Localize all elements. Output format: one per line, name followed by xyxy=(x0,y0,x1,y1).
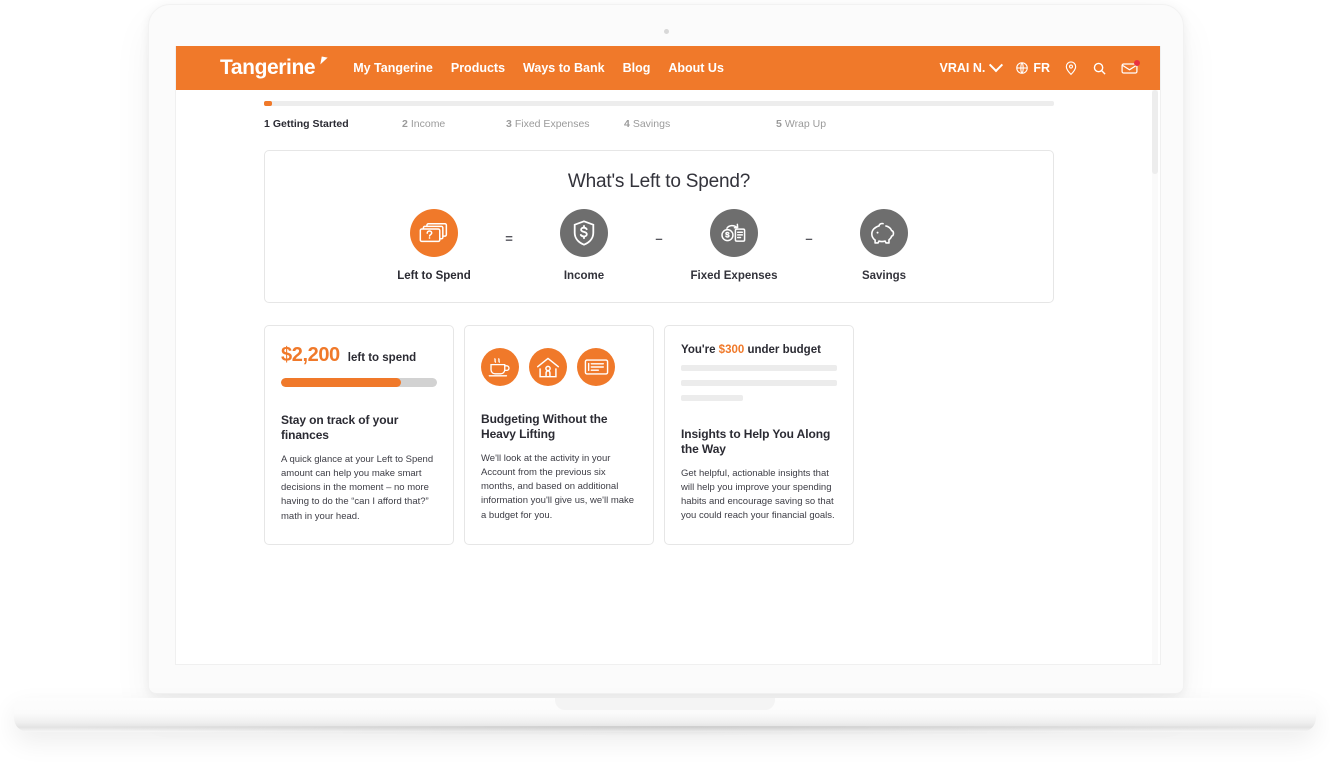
nav-item-products[interactable]: Products xyxy=(451,61,505,75)
progress-fill xyxy=(264,101,272,106)
formula-operator-minus-2: – xyxy=(805,231,813,246)
user-menu-button[interactable]: VRAI N. xyxy=(939,58,1004,75)
step-wrap-up[interactable]: 5 Wrap Up xyxy=(776,118,1054,130)
brand-text: Tangerine xyxy=(220,56,316,79)
step-number: 1 xyxy=(264,118,270,130)
screenshot-stage: Tangerine My Tangerine Products Ways to … xyxy=(0,0,1330,766)
formula-term-fixed-expenses: Fixed Expenses xyxy=(675,209,793,282)
step-label: Getting Started xyxy=(272,118,349,130)
scrollbar-track[interactable] xyxy=(1152,90,1158,664)
card-body: Get helpful, actionable insights that wi… xyxy=(681,467,835,522)
user-name-label: VRAI N. xyxy=(939,61,986,75)
laptop-shadow xyxy=(40,726,1290,736)
header-utilities: VRAI N. FR xyxy=(939,58,1140,76)
house-icon xyxy=(529,348,567,386)
wizard-stepper: 1 Getting Started 2 Income 3 Fixed Expenses… xyxy=(264,118,1054,130)
card-body: We'll look at the activity in your Accou… xyxy=(481,452,635,521)
coffee-cup-icon xyxy=(481,348,519,386)
formula-label: Fixed Expenses xyxy=(690,270,778,282)
step-label: Income xyxy=(410,118,446,130)
search-icon[interactable] xyxy=(1092,61,1107,76)
step-number: 4 xyxy=(624,118,630,130)
spend-progress-fill xyxy=(281,378,402,387)
formula-term-savings: Savings xyxy=(825,209,943,282)
cheque-icon xyxy=(577,348,615,386)
card-heading: Stay on track of your finances xyxy=(281,413,399,443)
placeholder-bar xyxy=(681,365,837,371)
page-content: 1 Getting Started 2 Income 3 Fixed Expenses… xyxy=(264,101,1054,545)
webcam-icon xyxy=(663,29,669,34)
scrollbar-thumb[interactable] xyxy=(1152,90,1158,174)
formula-term-left-to-spend: Left to Spend xyxy=(375,209,493,282)
under-budget-line: You're $300 under budget xyxy=(681,344,837,356)
amount-row: $2,200 left to spend xyxy=(281,344,437,367)
location-pin-icon[interactable] xyxy=(1064,60,1078,76)
formula-row: Left to Spend = Income – Fixed Expenses … xyxy=(291,209,1027,282)
formula-term-income: Income xyxy=(525,209,643,282)
formula-operator-equals: = xyxy=(505,231,513,246)
panel-title: What's Left to Spend? xyxy=(567,171,751,192)
step-income[interactable]: 2 Income xyxy=(402,118,506,130)
step-label: Fixed Expenses xyxy=(514,118,590,130)
main-navigation: My Tangerine Products Ways to Bank Blog … xyxy=(353,61,724,75)
banknote-question-icon xyxy=(410,209,458,257)
card-heading: Budgeting Without the Heavy Lifting xyxy=(481,412,608,442)
card-body: A quick glance at your Left to Spend amo… xyxy=(281,453,434,522)
card-left-to-spend: $2,200 left to spend Stay on track of yo… xyxy=(264,325,454,545)
budget-prefix: You're xyxy=(681,344,719,356)
chevron-down-icon xyxy=(989,58,1004,73)
left-to-spend-amount: $2,200 xyxy=(281,344,340,366)
step-number: 2 xyxy=(402,118,408,130)
step-getting-started[interactable]: 1 Getting Started xyxy=(264,118,402,130)
nav-item-about-us[interactable]: About Us xyxy=(668,61,724,75)
globe-icon xyxy=(1016,62,1029,74)
laptop-screen: Tangerine My Tangerine Products Ways to … xyxy=(175,46,1161,665)
leaf-icon xyxy=(320,56,328,66)
progress-track xyxy=(264,101,1054,106)
coin-receipt-icon xyxy=(710,209,758,257)
formula-label: Left to Spend xyxy=(397,270,471,282)
piggy-bank-icon xyxy=(860,209,908,257)
budget-suffix: under budget xyxy=(744,344,821,356)
step-number: 3 xyxy=(506,118,512,130)
whats-left-to-spend-panel: What's Left to Spend? Left to Spend = In… xyxy=(264,150,1054,303)
spend-progress-bar xyxy=(281,378,437,387)
step-label: Savings xyxy=(632,118,671,130)
left-to-spend-caption: left to spend xyxy=(347,352,417,364)
formula-label: Income xyxy=(563,270,605,282)
step-fixed-expenses[interactable]: 3 Fixed Expenses xyxy=(506,118,624,130)
nav-item-ways-to-bank[interactable]: Ways to Bank xyxy=(523,61,605,75)
step-savings[interactable]: 4 Savings xyxy=(624,118,776,130)
card-budgeting: Budgeting Without the Heavy Lifting We'l… xyxy=(464,325,654,545)
tangerine-logo[interactable]: Tangerine xyxy=(220,56,328,80)
page-body: 1 Getting Started 2 Income 3 Fixed Expenses… xyxy=(176,90,1160,664)
nav-item-blog[interactable]: Blog xyxy=(623,61,651,75)
budget-amount: $300 xyxy=(718,344,745,356)
card-insights: You're $300 under budget Insights to Hel… xyxy=(664,325,854,545)
formula-label: Savings xyxy=(861,270,907,282)
step-label: Wrap Up xyxy=(784,118,827,130)
placeholder-bar xyxy=(681,395,744,401)
shield-dollar-icon xyxy=(560,209,608,257)
messages-button[interactable] xyxy=(1121,59,1140,75)
card-heading: Insights to Help You Along the Way xyxy=(681,427,831,457)
category-icon-row xyxy=(481,348,637,386)
formula-operator-minus-1: – xyxy=(655,231,663,246)
laptop-base-notch xyxy=(555,698,775,710)
nav-item-my-tangerine[interactable]: My Tangerine xyxy=(353,61,433,75)
language-switcher[interactable]: FR xyxy=(1015,61,1050,75)
language-label: FR xyxy=(1033,61,1050,75)
wizard-footer: Cancel Next xyxy=(176,664,1160,665)
feature-cards: $2,200 left to spend Stay on track of yo… xyxy=(264,325,1054,545)
notification-dot xyxy=(1134,59,1140,66)
step-number: 5 xyxy=(776,118,782,130)
site-header: Tangerine My Tangerine Products Ways to … xyxy=(176,46,1160,90)
placeholder-bar xyxy=(681,380,837,386)
